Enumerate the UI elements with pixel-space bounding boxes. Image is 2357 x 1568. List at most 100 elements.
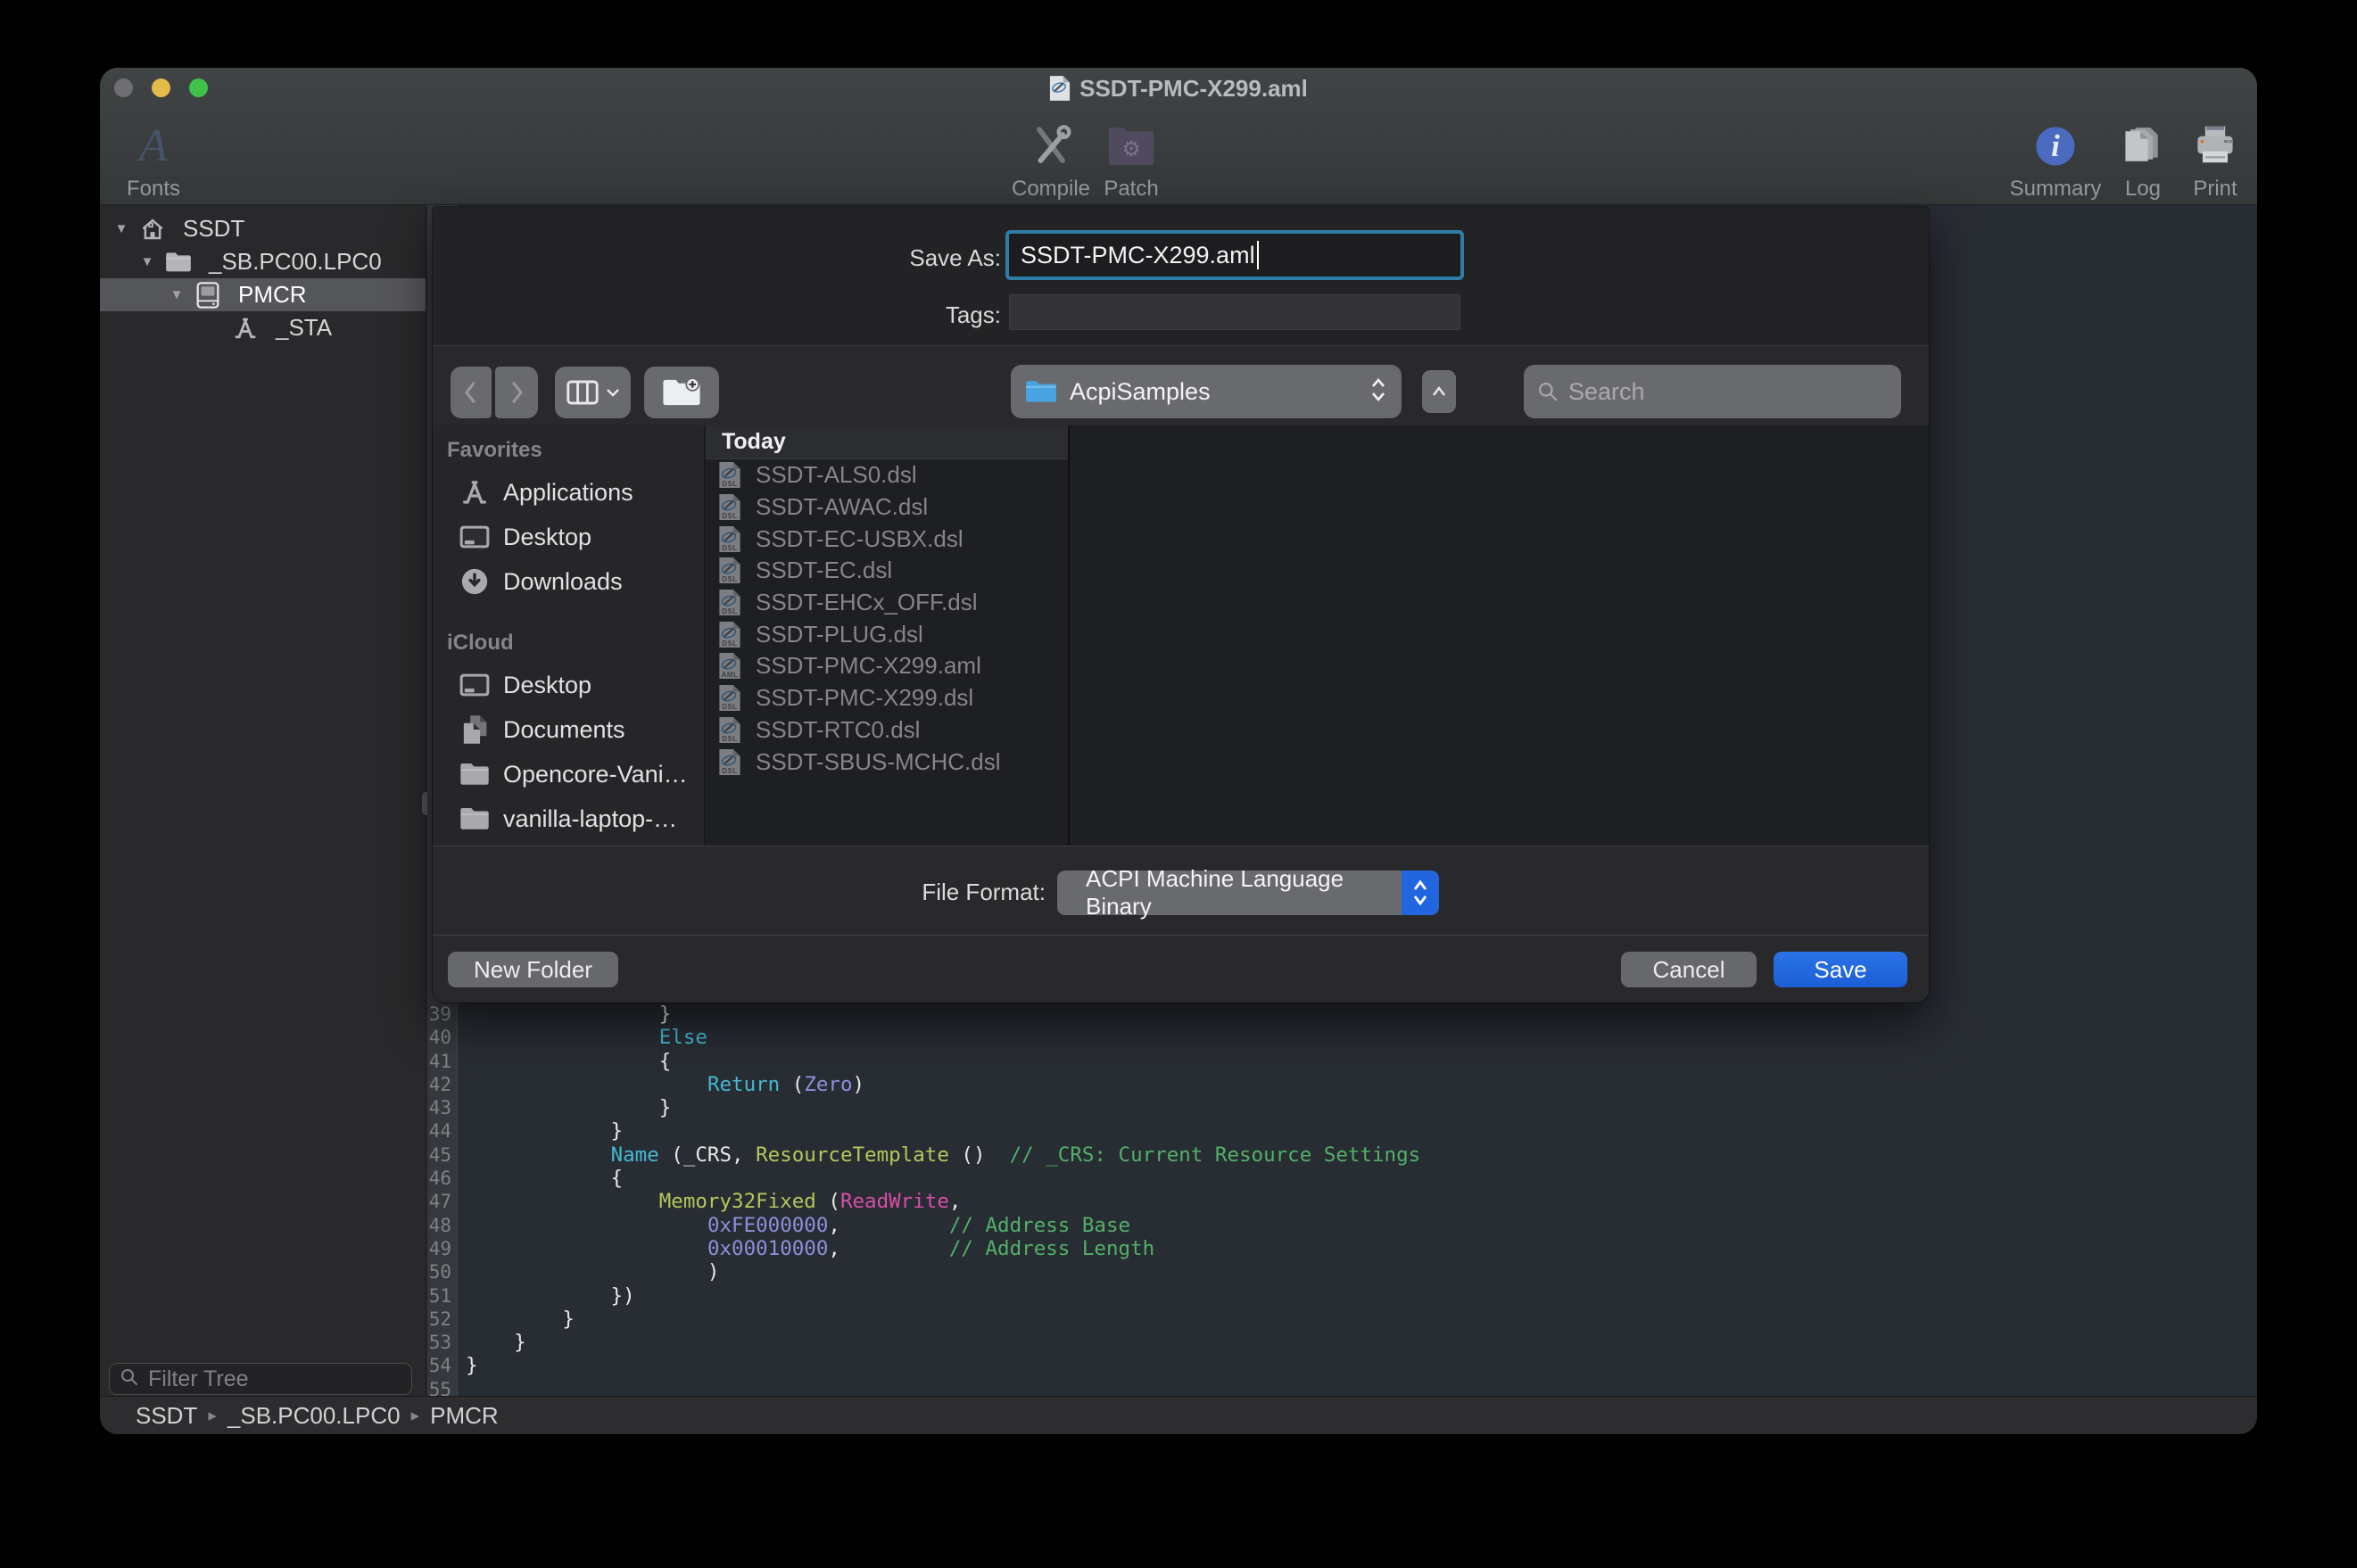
line-number: 53 — [427, 1331, 458, 1354]
column-divider[interactable] — [1068, 425, 1070, 846]
line-number: 47 — [427, 1190, 458, 1213]
updown-chevrons-icon — [1369, 375, 1387, 409]
sidebar-place-item[interactable]: Desktop — [433, 663, 704, 707]
toolbar-print-button[interactable]: Print — [2153, 118, 2257, 202]
places-sidebar: Favorites Applications — [433, 425, 705, 846]
code-text: } — [458, 1003, 671, 1026]
chevron-up-icon — [1431, 385, 1447, 398]
code-text: { — [458, 1050, 671, 1073]
tree-row[interactable]: ▼ _SB.PC00.LPC0 — [100, 245, 426, 278]
code-text: } — [458, 1119, 623, 1143]
code-line: 40 Else — [427, 1026, 2257, 1049]
new-folder-toolbar-button[interactable] — [644, 367, 719, 418]
code-line: 53 } — [427, 1331, 2257, 1354]
file-list-column: Today DSL SSDT-ALS0.dsl — [706, 425, 1068, 846]
svg-text:i: i — [2051, 128, 2060, 163]
file-name: SSDT-PLUG.dsl — [756, 621, 923, 648]
breadcrumb: SSDT ▸ _SB.PC00.LPC0 ▸ PMCR — [136, 1402, 520, 1430]
save-as-input[interactable]: SSDT-PMC-X299.aml — [1009, 234, 1460, 276]
code-text: ) — [458, 1260, 719, 1283]
save-button[interactable]: Save — [1774, 952, 1907, 987]
file-list-item[interactable]: DSL SSDT-EC-USBX.dsl — [706, 523, 1068, 555]
line-number: 45 — [427, 1143, 458, 1167]
cancel-button[interactable]: Cancel — [1621, 952, 1757, 987]
code-text: Return (Zero) — [458, 1073, 864, 1096]
code-text: }) — [458, 1284, 635, 1308]
sidebar-place-item[interactable]: Downloads — [433, 559, 704, 604]
code-text: } — [458, 1096, 671, 1119]
line-number: 52 — [427, 1308, 458, 1331]
view-mode-button[interactable] — [555, 367, 631, 418]
tree-row[interactable]: _STA — [100, 311, 426, 344]
file-name: SSDT-AWAC.dsl — [756, 493, 928, 521]
disclosure-triangle-icon[interactable]: ▼ — [168, 287, 186, 302]
file-list-item[interactable]: DSL SSDT-ALS0.dsl — [706, 459, 1068, 491]
place-label: Desktop — [503, 672, 591, 699]
file-document-icon: DSL — [718, 716, 741, 744]
sidebar-section-title: iCloud — [433, 631, 704, 663]
tree-row[interactable]: ▼ PMCR — [100, 278, 426, 311]
patch-icon: ⚙ — [1069, 118, 1194, 175]
file-list-item[interactable]: DSL SSDT-EC.dsl — [706, 555, 1068, 587]
folder-icon — [458, 757, 492, 791]
tree-item-label: PMCR — [238, 281, 307, 309]
line-number: 49 — [427, 1237, 458, 1260]
breadcrumb-item[interactable]: _SB.PC00.LPC0 ▸ — [227, 1402, 430, 1430]
toolbar-fonts-button[interactable]: A Fonts — [100, 118, 216, 202]
sidebar-place-item[interactable]: Opencore-Vani… — [433, 752, 704, 796]
sidebar-place-item[interactable]: Desktop — [433, 515, 704, 559]
tags-input[interactable] — [1009, 294, 1460, 330]
sidebar-place-item[interactable]: Applications — [433, 470, 704, 515]
file-list-item[interactable]: DSL SSDT-PLUG.dsl — [706, 618, 1068, 650]
file-list-item[interactable]: DSL SSDT-PMC-X299.dsl — [706, 682, 1068, 714]
device-icon — [194, 281, 222, 309]
line-number: 41 — [427, 1050, 458, 1073]
tree-row[interactable]: ▼ SSDT — [100, 212, 426, 245]
place-label: Downloads — [503, 568, 623, 596]
code-line: 45 Name (_CRS, ResourceTemplate () // _C… — [427, 1143, 2257, 1167]
file-name: SSDT-SBUS-MCHC.dsl — [756, 748, 1000, 776]
new-folder-button[interactable]: New Folder — [448, 952, 618, 987]
sidebar-tree-pane: ▼ SSDT ▼ _SB.PC00.LPC0 ▼ PMCR — [100, 205, 426, 1396]
file-name: SSDT-PMC-X299.aml — [756, 652, 981, 680]
file-format-label: File Format: — [433, 879, 1046, 906]
svg-text:⚙: ⚙ — [1121, 137, 1140, 161]
sidebar-section-title: Favorites — [433, 438, 704, 470]
file-name: SSDT-EC.dsl — [756, 557, 892, 584]
place-label: vanilla-laptop-… — [503, 805, 677, 833]
app-icon — [458, 475, 492, 509]
sidebar-place-item[interactable]: Documents — [433, 707, 704, 752]
search-icon — [1536, 380, 1559, 403]
place-label: Desktop — [503, 524, 591, 551]
sidebar-place-item[interactable]: vanilla-laptop-… — [433, 796, 704, 841]
breadcrumb-item[interactable]: PMCR — [430, 1402, 520, 1430]
parent-folder-button[interactable] — [1422, 370, 1456, 413]
location-popup[interactable]: AcpiSamples — [1011, 365, 1402, 418]
back-button[interactable] — [451, 367, 492, 418]
disclosure-triangle-icon[interactable]: ▼ — [138, 254, 156, 269]
popup-updown-icon — [1402, 871, 1439, 915]
code-text: Else — [458, 1026, 707, 1049]
code-line: 49 0x00010000, // Address Length — [427, 1237, 2257, 1260]
disclosure-triangle-icon[interactable]: ▼ — [112, 221, 130, 236]
toolbar-patch-button[interactable]: ⚙ Patch — [1069, 118, 1194, 202]
file-format-popup[interactable]: ACPI Machine Language Binary — [1057, 871, 1439, 915]
folder-blue-icon — [1025, 379, 1057, 404]
code-line: 48 0xFE000000, // Address Base — [427, 1214, 2257, 1237]
search-input[interactable]: Search — [1524, 365, 1901, 418]
line-number: 48 — [427, 1214, 458, 1237]
breadcrumb-item[interactable]: SSDT ▸ — [136, 1402, 227, 1430]
file-document-icon: DSL — [718, 684, 741, 712]
file-list-item[interactable]: DSL SSDT-AWAC.dsl — [706, 491, 1068, 524]
file-list-item[interactable]: AML SSDT-PMC-X299.aml — [706, 650, 1068, 682]
file-list-item[interactable]: DSL SSDT-RTC0.dsl — [706, 714, 1068, 747]
app-window: SSDT-PMC-X299.aml A Fonts Compile ⚙ Patc… — [100, 68, 2257, 1434]
filter-tree-input[interactable]: Filter Tree — [109, 1363, 412, 1395]
file-list-item[interactable]: DSL SSDT-SBUS-MCHC.dsl — [706, 746, 1068, 778]
forward-button[interactable] — [495, 367, 538, 418]
desktop-icon — [458, 520, 492, 554]
file-list-item[interactable]: DSL SSDT-EHCx_OFF.dsl — [706, 587, 1068, 619]
sidebar-section: iCloud Desktop Docu — [433, 631, 704, 846]
code-text: Memory32Fixed (ReadWrite, — [458, 1190, 961, 1213]
code-line: 46 { — [427, 1167, 2257, 1190]
